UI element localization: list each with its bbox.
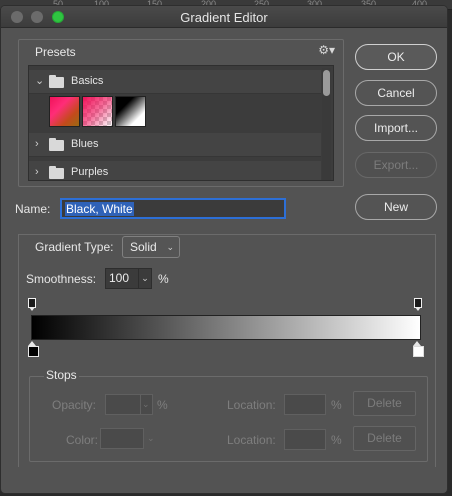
chevron-right-icon[interactable]: › [35, 138, 39, 150]
color-location-label: Location: [227, 433, 276, 447]
preset-folder-blues[interactable]: › Blues [29, 133, 321, 157]
name-field[interactable]: Black, White [60, 198, 286, 219]
smoothness-input[interactable]: 100 [105, 268, 139, 289]
opacity-location-label: Location: [227, 398, 276, 412]
preset-folder-basics[interactable]: ⌄ Basics [29, 70, 321, 94]
ok-button[interactable]: OK [355, 44, 437, 70]
chevron-down-icon: ⌄ [166, 242, 174, 252]
titlebar: Gradient Editor [1, 6, 447, 28]
gradient-editor-dialog: Gradient Editor Presets ⚙▾ ⌄ Basics › Bl… [0, 5, 448, 494]
stops-label: Stops [44, 368, 79, 382]
color-swatch-picker [100, 428, 144, 449]
cancel-button[interactable]: Cancel [355, 80, 437, 106]
smoothness-label: Smoothness: [26, 272, 97, 286]
folder-icon [49, 75, 64, 88]
preset-swatch[interactable] [49, 96, 80, 127]
opacity-stop-start[interactable] [28, 298, 36, 311]
presets-panel: Presets ⚙▾ ⌄ Basics › Blues › Purples [18, 39, 344, 187]
gradient-type-select[interactable]: Solid ⌄ [122, 236, 180, 258]
presets-list[interactable]: ⌄ Basics › Blues › Purples [28, 65, 334, 181]
chevron-right-icon[interactable]: › [35, 166, 39, 178]
chevron-down-icon[interactable]: ⌄ [35, 74, 44, 87]
name-label: Name: [15, 202, 51, 216]
color-stop-end[interactable] [413, 341, 424, 357]
new-button[interactable]: New [355, 194, 437, 220]
delete-opacity-stop-button: Delete [353, 391, 416, 416]
preset-swatch[interactable] [82, 96, 113, 127]
gradient-type-label: Gradient Type: [35, 240, 114, 254]
chevron-down-icon: ⌄ [147, 433, 155, 443]
color-location-unit: % [331, 433, 342, 447]
import-button[interactable]: Import... [355, 115, 437, 141]
preset-folder-purples[interactable]: › Purples [29, 161, 321, 180]
color-location-input [284, 429, 326, 450]
scroll-thumb[interactable] [323, 70, 330, 96]
gear-icon[interactable]: ⚙▾ [318, 43, 335, 57]
folder-icon [49, 138, 64, 151]
chevron-down-icon: ⌄ [142, 399, 150, 409]
opacity-label: Opacity: [52, 398, 97, 412]
name-value: Black, White [65, 202, 134, 216]
smoothness-dropdown[interactable]: ⌄ [139, 268, 152, 289]
folder-label: Basics [71, 75, 104, 87]
presets-label: Presets [35, 45, 76, 59]
window-title: Gradient Editor [180, 10, 268, 25]
color-stop-start[interactable] [28, 341, 39, 357]
export-button: Export... [355, 152, 437, 178]
presets-scrollbar[interactable] [322, 68, 331, 180]
color-label: Color: [66, 433, 99, 447]
smoothness-unit: % [158, 272, 169, 286]
folder-icon [49, 166, 64, 179]
preset-swatch-black-white[interactable] [115, 96, 146, 127]
delete-color-stop-button: Delete [353, 426, 416, 451]
gradient-preview-bar[interactable] [31, 315, 421, 340]
gradient-type-value: Solid [130, 240, 157, 254]
opacity-location-unit: % [331, 398, 342, 412]
folder-label: Blues [71, 138, 99, 150]
opacity-location-input [284, 394, 326, 415]
opacity-stop-end[interactable] [414, 298, 422, 311]
opacity-unit: % [157, 398, 168, 412]
opacity-input [105, 394, 141, 415]
folder-label: Purples [71, 166, 109, 178]
